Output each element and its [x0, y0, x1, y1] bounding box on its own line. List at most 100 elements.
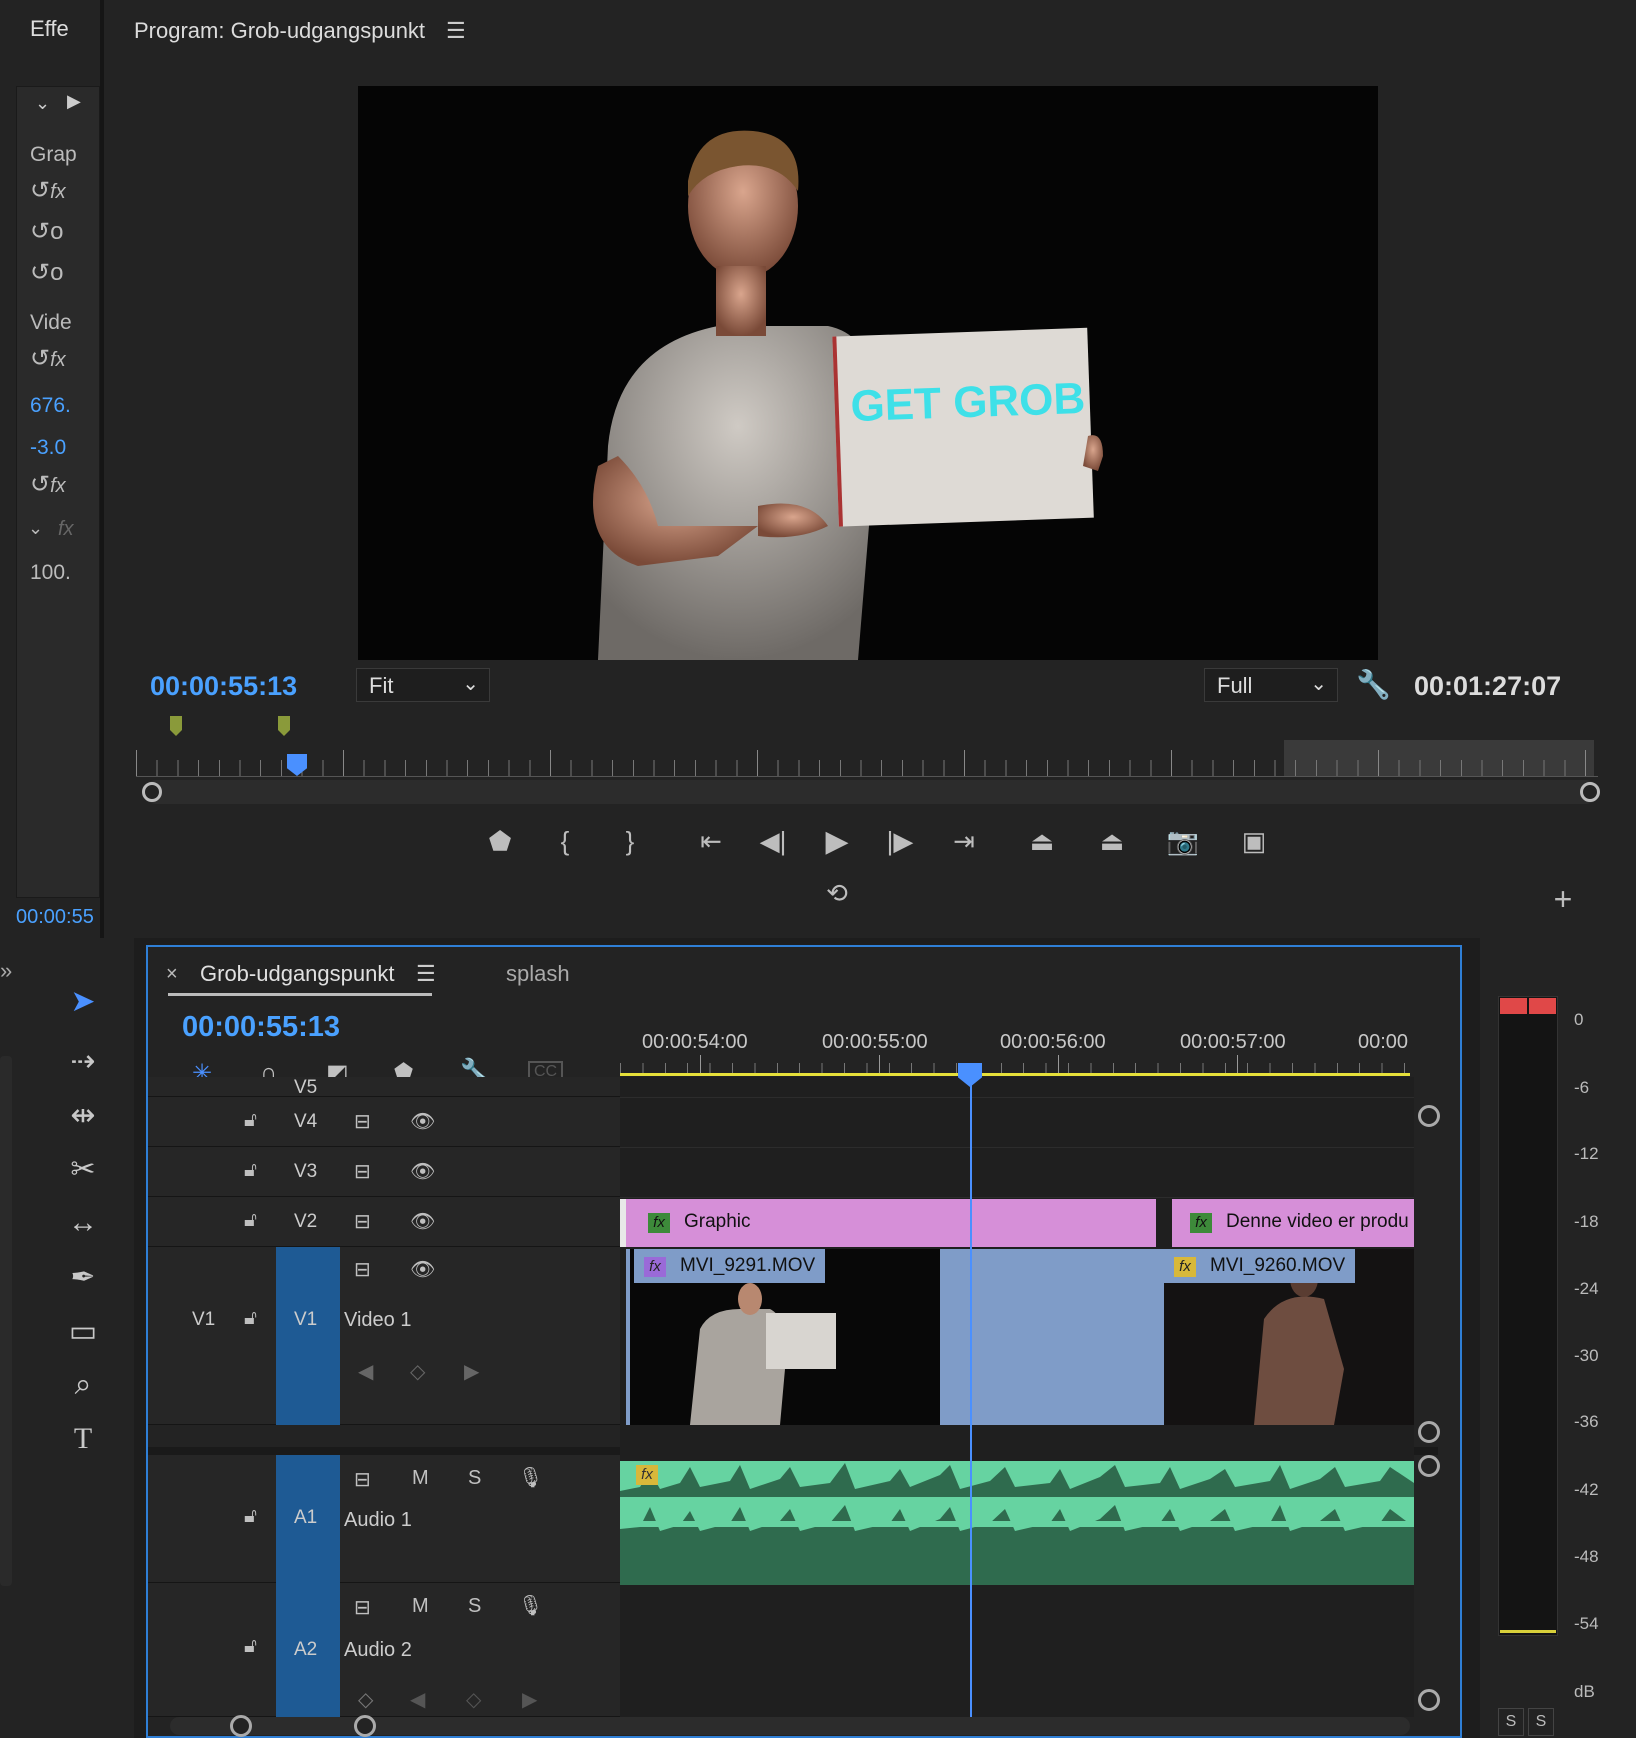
- scroll-handle[interactable]: [1418, 1689, 1440, 1711]
- timeline-timecode[interactable]: 00:00:55:13: [182, 1011, 340, 1044]
- effect-row-video[interactable]: Vide: [30, 311, 80, 335]
- play-icon[interactable]: ▶: [814, 818, 860, 864]
- next-keyframe-icon[interactable]: ▶: [464, 1359, 479, 1384]
- chevron-down-icon[interactable]: ⌄: [28, 518, 43, 539]
- reset-fx-icon[interactable]: ↺fx: [30, 470, 66, 499]
- panel-menu-icon[interactable]: ☰: [446, 18, 466, 44]
- selection-tool-icon[interactable]: ➤: [58, 978, 108, 1024]
- wrench-icon[interactable]: 🔧: [1356, 668, 1391, 701]
- prev-keyframe-icon[interactable]: ◀: [410, 1687, 425, 1712]
- sync-lock-icon[interactable]: ⊟: [354, 1595, 371, 1620]
- scroll-handle-left[interactable]: [142, 782, 162, 802]
- program-time-ruler[interactable]: [136, 740, 1598, 780]
- clip-denne-video[interactable]: fx Denne video er produ: [1172, 1199, 1414, 1247]
- expand-panel-icon[interactable]: »: [0, 958, 12, 984]
- prev-keyframe-icon[interactable]: ◀: [358, 1359, 373, 1384]
- type-icon[interactable]: T: [58, 1416, 108, 1462]
- rotation-value[interactable]: -3.0: [30, 436, 80, 460]
- solo-button[interactable]: S: [468, 1595, 481, 1618]
- loop-icon[interactable]: ⟲: [814, 870, 860, 916]
- add-marker-icon[interactable]: ⬟: [477, 818, 523, 864]
- track-target-v1[interactable]: [276, 1247, 340, 1425]
- scroll-handle[interactable]: [1418, 1105, 1440, 1127]
- add-keyframe-icon[interactable]: ◇: [466, 1687, 481, 1712]
- peak-indicator-left[interactable]: [1500, 998, 1527, 1014]
- panel-menu-icon[interactable]: ☰: [416, 961, 436, 987]
- tab-grob-udgangspunkt[interactable]: Grob-udgangspunkt: [200, 961, 394, 987]
- chevron-down-icon[interactable]: ⌄: [35, 93, 50, 114]
- eye-icon[interactable]: 👁︎: [410, 1209, 435, 1234]
- sync-lock-icon[interactable]: ⊟: [354, 1209, 371, 1234]
- fit-dropdown[interactable]: Fit ⌄: [356, 668, 490, 702]
- keyframe-toggle-icon[interactable]: ◇: [358, 1687, 373, 1712]
- pen-icon[interactable]: ✒: [58, 1254, 108, 1300]
- mark-out-icon[interactable]: }: [607, 818, 653, 864]
- clip-edge[interactable]: [620, 1199, 626, 1247]
- eye-icon[interactable]: 👁︎: [410, 1159, 435, 1184]
- effect-controls-tab[interactable]: Effe: [30, 16, 69, 42]
- zoom-icon[interactable]: ⌕: [58, 1362, 108, 1408]
- effect-timecode[interactable]: 00:00:55: [16, 906, 94, 929]
- track-area[interactable]: fx Graphic fx Denne video er produ fx MVI_9…: [620, 1075, 1414, 1717]
- extract-icon[interactable]: ⏏: [1089, 818, 1135, 864]
- solo-right-button[interactable]: S: [1528, 1708, 1554, 1736]
- lift-icon[interactable]: ⏏: [1019, 818, 1065, 864]
- playhead-timecode[interactable]: 00:00:55:13: [150, 671, 297, 702]
- work-area-bar[interactable]: [620, 1073, 1410, 1076]
- position-value[interactable]: 676.: [30, 394, 80, 418]
- clip-mvi-9260[interactable]: fx MVI_9260.MOV: [1160, 1249, 1414, 1425]
- solo-left-button[interactable]: S: [1498, 1708, 1524, 1736]
- playhead-line[interactable]: [970, 1075, 972, 1717]
- add-keyframe-icon[interactable]: ◇: [410, 1359, 425, 1384]
- step-back-icon[interactable]: ◀|: [750, 818, 796, 864]
- go-to-out-icon[interactable]: ⇥: [941, 818, 987, 864]
- close-tab-icon[interactable]: ×: [166, 963, 178, 986]
- track-select-icon[interactable]: ⇢: [58, 1038, 108, 1084]
- lock-icon[interactable]: 🔓︎: [244, 1505, 257, 1528]
- scroll-handle[interactable]: [1418, 1455, 1440, 1477]
- scroll-handle[interactable]: [1418, 1421, 1440, 1443]
- mic-icon[interactable]: 🎙︎: [518, 1593, 543, 1618]
- rectangle-icon[interactable]: ▭: [58, 1308, 108, 1354]
- comparison-view-icon[interactable]: ▣: [1231, 818, 1277, 864]
- reset-icon[interactable]: ↺o: [30, 258, 63, 287]
- solo-button[interactable]: S: [468, 1467, 481, 1490]
- scroll-handle-right[interactable]: [354, 1715, 376, 1737]
- go-to-in-icon[interactable]: ⇤: [688, 818, 734, 864]
- sync-lock-icon[interactable]: ⊟: [354, 1109, 371, 1134]
- timeline-ruler[interactable]: 00:00:54:00 00:00:55:00 00:00:56:00 00:0…: [620, 1027, 1410, 1077]
- eye-icon[interactable]: 👁︎: [410, 1109, 435, 1134]
- mute-button[interactable]: M: [412, 1467, 429, 1490]
- lock-icon[interactable]: 🔓︎: [244, 1635, 257, 1658]
- reset-icon[interactable]: ↺o: [30, 217, 63, 246]
- clip-audio-1[interactable]: fx: [620, 1461, 1414, 1585]
- tab-splash[interactable]: splash: [506, 961, 570, 987]
- eye-icon[interactable]: 👁︎: [410, 1257, 435, 1282]
- mute-button[interactable]: M: [412, 1595, 429, 1618]
- sync-lock-icon[interactable]: ⊟: [354, 1159, 371, 1184]
- effect-row-graphic[interactable]: Grap: [30, 143, 80, 167]
- step-forward-icon[interactable]: |▶: [877, 818, 923, 864]
- play-triangle-icon[interactable]: ▶: [67, 91, 81, 112]
- sync-lock-icon[interactable]: ⊟: [354, 1467, 371, 1492]
- timeline-horizontal-scrollbar[interactable]: [170, 1715, 1410, 1737]
- reset-fx-icon[interactable]: ↺fx: [30, 176, 66, 205]
- razor-icon[interactable]: ✂: [58, 1146, 108, 1192]
- add-button-icon[interactable]: +: [1540, 876, 1586, 922]
- opacity-value[interactable]: 100.: [30, 561, 80, 585]
- marker-icon[interactable]: [170, 716, 182, 736]
- lock-icon[interactable]: 🔓︎: [244, 1159, 257, 1182]
- reset-fx-icon[interactable]: ↺fx: [30, 344, 66, 373]
- lock-icon[interactable]: 🔓︎: [244, 1109, 257, 1132]
- mic-icon[interactable]: 🎙︎: [518, 1465, 543, 1490]
- peak-indicator-right[interactable]: [1529, 998, 1556, 1014]
- ripple-edit-icon[interactable]: ⇹: [58, 1092, 108, 1138]
- lock-icon[interactable]: 🔓︎: [244, 1307, 257, 1330]
- clip-mvi-9291[interactable]: fx MVI_9291.MOV: [626, 1249, 1166, 1425]
- lock-icon[interactable]: 🔓︎: [244, 1209, 257, 1232]
- program-title[interactable]: Program: Grob-udgangspunkt: [134, 18, 425, 44]
- slip-icon[interactable]: ↔: [58, 1200, 108, 1246]
- scroll-handle-left[interactable]: [230, 1715, 252, 1737]
- scroll-handle-right[interactable]: [1580, 782, 1600, 802]
- next-keyframe-icon[interactable]: ▶: [522, 1687, 537, 1712]
